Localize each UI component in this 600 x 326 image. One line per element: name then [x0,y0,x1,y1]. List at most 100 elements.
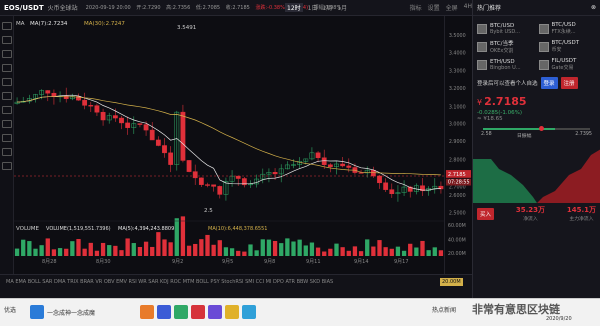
taskbar-left[interactable]: 优选 [4,305,16,314]
volume-bar [21,239,26,256]
tab-timeframe-1d[interactable]: 1日 [308,3,318,12]
candle-body [51,92,57,97]
volume-bar [377,240,382,256]
search-icon[interactable] [157,305,171,319]
close-icon[interactable]: ⊗ [591,4,596,11]
ruler-icon[interactable] [2,106,12,114]
tab-timeframe-1m[interactable]: 1月 [337,3,347,12]
coin-icon [538,59,549,70]
crosshair-icon[interactable] [2,22,12,30]
candle-countdown: 07:28:55 [448,180,470,186]
tab-timeframe-1w[interactable]: 1周 [322,3,332,12]
tab-timeframe-12h[interactable]: 12时 [285,3,303,12]
price-tick: 2.6000 [449,193,466,199]
volume-bar [57,248,63,256]
magnet-icon[interactable] [2,120,12,128]
candle-body [100,111,106,121]
candle-body [162,145,167,154]
candle-body [198,177,204,185]
volume-bar [113,245,118,256]
volume-bar [229,248,235,256]
volume-bar [119,250,124,256]
pair-title[interactable]: EOS/USDT [4,4,44,12]
app-icon[interactable] [208,305,222,319]
buy-button[interactable]: 买入 [477,207,495,220]
volume-bar [438,250,444,256]
taskbar-right[interactable]: 热点新闻 [432,305,456,314]
login-prompt: 登录后可以查看个人自选 [477,81,538,87]
taskbar-tab[interactable]: 一念成神一念成魔 [30,305,95,319]
volume-bar [297,239,302,256]
wechat-icon[interactable] [174,305,188,319]
volume-bar [143,241,149,256]
depth-chart[interactable] [473,141,600,203]
volume-bar [285,238,290,256]
volume-bar [100,242,106,256]
drawing-toolbar [0,16,14,274]
volume-bar [236,250,241,256]
volume-ma10: MA(10):6,448,378.6551 [208,226,267,232]
candlestick-chart[interactable]: MA MA(7):2.7234 MA(30):2.7247 3.5491 2.5… [14,16,444,274]
horizontal-line-icon[interactable] [2,50,12,58]
pair-card[interactable]: FIL/USDT Gate交易 [538,58,597,71]
settings-button[interactable]: 设置 [428,3,440,12]
price-tick: 3.2000 [449,86,466,92]
volume-bar [395,246,401,256]
volume-bar [193,243,198,256]
volume-bar [365,239,370,256]
eye-icon[interactable] [2,148,12,156]
volume-bar [186,245,192,256]
indicator-button[interactable]: 指标 [410,3,422,12]
fullscreen-button[interactable]: 全屏 [446,3,458,12]
date-label: 8月28 [42,259,57,265]
trend-line-icon[interactable] [2,36,12,44]
range-high: 2.7395 [575,132,592,137]
volume-bar [199,239,204,256]
login-row: 登录后可以查看个人自选 登录 注册 [473,77,600,89]
exchange-name: 火币全球站 [47,5,78,12]
volume-bar [260,239,265,256]
qq-icon[interactable] [242,305,256,319]
lock-icon[interactable] [2,134,12,142]
pair-card[interactable]: BTC/USDT 币安 [538,39,597,54]
volume-bar [211,244,216,256]
browser-icon[interactable] [140,305,154,319]
fib-icon[interactable] [2,64,12,72]
candle-body [168,152,174,165]
coin-icon [538,41,549,52]
volume-bar [272,240,278,256]
folder-icon[interactable] [225,305,239,319]
candle-body [155,139,161,146]
volume-bar [162,239,167,256]
candle-body [389,189,395,195]
taskbar-apps [140,305,256,319]
pair-card[interactable]: ETH/USD Bingbon U... [477,58,535,71]
trash-icon[interactable] [2,162,12,170]
pair-card[interactable]: BTC/当季 OKEx交割 [477,39,535,54]
low-annotation: 2.5 [204,208,213,214]
candle-body [137,123,143,125]
app-icon[interactable] [191,305,205,319]
volume-bar [358,251,364,256]
footer-indicators[interactable]: MA EMA BOLL SAR DMA TRIX BRAR VR OBV EMV… [6,279,466,285]
text-icon[interactable] [2,78,12,86]
pair-card[interactable]: BTC/USD Bybit USD... [477,22,535,35]
volume-bar [383,247,388,256]
coin-icon [477,23,487,34]
interval-4h-button[interactable]: 4H [464,3,472,12]
volume-bar [291,241,296,256]
volume-bar [328,248,333,256]
brush-icon[interactable] [2,92,12,100]
volume-bar [150,246,155,256]
price-axis[interactable]: 3.5000 3.4000 3.3000 3.2000 3.1000 3.000… [444,16,472,274]
candle-body [125,122,131,128]
main-inflow-value: 145.1万 [566,206,596,214]
register-button[interactable]: 注册 [560,77,578,89]
login-button[interactable]: 登录 [540,77,558,89]
price-value: 2.7185 [484,95,527,108]
panel-title: 热门推荐 [477,5,502,12]
pair-card[interactable]: BTC/USD FTX永续... [538,22,597,35]
candle-body [211,184,217,187]
candle-body [119,117,124,124]
volume-bar [76,239,81,256]
